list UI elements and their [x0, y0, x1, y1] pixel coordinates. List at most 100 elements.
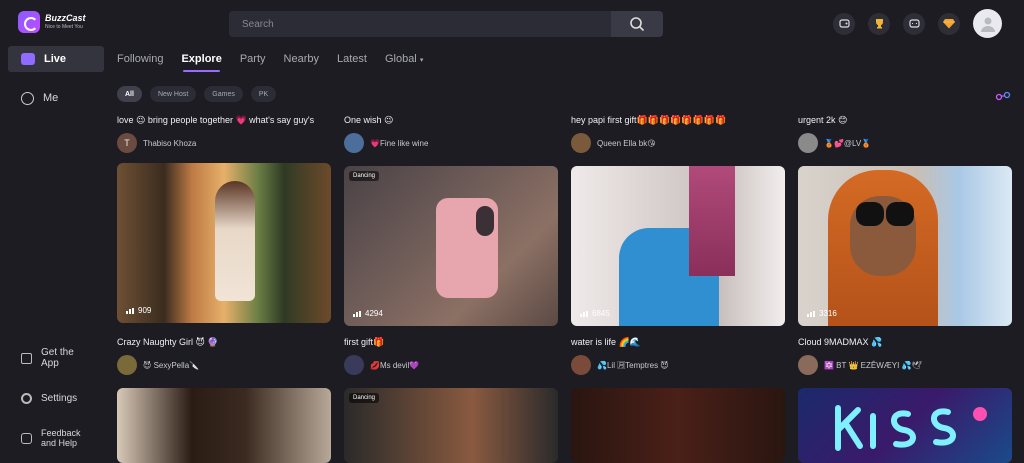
tab-party[interactable]: Party — [240, 53, 266, 71]
stream-thumbnail[interactable]: Dancing 4294 — [344, 166, 558, 326]
streamer-hair — [689, 166, 735, 276]
logo[interactable]: BuzzCast Nice to Meet You — [18, 11, 86, 33]
sidebar-item-get-app[interactable]: Get the App — [8, 344, 104, 372]
host-name: 💋Ms devil💜 — [370, 360, 420, 370]
card-title[interactable]: water is life 🌈🌊 — [571, 337, 786, 348]
card-host[interactable]: 💗Fine like wine — [344, 133, 428, 153]
app-tagline: Nice to Meet You — [45, 24, 83, 30]
host-name: 💦Lil 🈷Temptres 😈 — [597, 360, 669, 370]
tab-global[interactable]: Global ▾ — [385, 53, 423, 71]
top-bar: BuzzCast Nice to Meet You — [0, 0, 1024, 46]
viewer-count: 3316 — [807, 309, 837, 318]
stream-thumbnail[interactable] — [571, 388, 785, 463]
tab-explore[interactable]: Explore — [181, 53, 222, 72]
filter-toggle-icon[interactable] — [995, 91, 1011, 101]
card-title[interactable]: hey papi first gift🎁🎁🎁🎁🎁🎁🎁🎁 — [571, 115, 786, 126]
host-avatar — [344, 133, 364, 153]
host-avatar — [798, 133, 818, 153]
viewer-count-value: 6845 — [592, 309, 610, 318]
stream-thumbnail[interactable]: 909 — [117, 163, 331, 323]
card-host[interactable]: 💋Ms devil💜 — [344, 355, 419, 375]
card-host[interactable]: T Thabiso Khoza — [117, 133, 196, 153]
viewer-count: 6845 — [580, 309, 610, 318]
trophy-icon[interactable] — [868, 12, 890, 35]
feedback-icon — [21, 432, 32, 444]
chip-games[interactable]: Games — [204, 86, 243, 102]
host-name: 🔯 BT 👑 EZÊWÆYI 💦🕊 — [824, 360, 922, 370]
host-name: Queen Ella bk😘 — [597, 138, 656, 148]
sidebar-item-me[interactable]: Me — [8, 85, 104, 111]
sidebar-item-label: Get the App — [41, 346, 74, 370]
sidebar-item-label: Me — [43, 92, 59, 104]
card-title[interactable]: Cloud 9MADMAX 💦 — [798, 337, 1013, 348]
tab-latest[interactable]: Latest — [337, 53, 367, 71]
card-host[interactable]: 🥉💕@LV🥉 — [798, 133, 871, 153]
card-title[interactable]: first gift🎁 — [344, 337, 559, 348]
viewers-icon — [126, 307, 134, 314]
sunglasses-right — [886, 202, 914, 226]
diamond-icon[interactable] — [938, 12, 960, 35]
message-icon[interactable] — [903, 12, 925, 35]
stream-thumbnail[interactable]: 6845 — [571, 166, 785, 326]
sidebar-item-feedback[interactable]: Feedback and Help — [8, 424, 104, 452]
search-button[interactable] — [611, 11, 663, 37]
card-title[interactable]: Crazy Naughty Girl 😈 🔮 — [117, 337, 332, 348]
live-icon — [21, 53, 35, 65]
stream-thumbnail[interactable]: Dancing — [344, 388, 558, 463]
neon-sign-art — [835, 405, 987, 451]
sidebar-item-settings[interactable]: Settings — [8, 385, 104, 411]
card-title[interactable]: One wish 😉 — [344, 115, 559, 126]
sidebar-item-label: Live — [44, 53, 67, 65]
viewers-icon — [580, 310, 588, 317]
search-bar — [229, 11, 663, 37]
card-host[interactable]: 😈 SexyPella🔪 — [117, 355, 199, 375]
viewers-icon — [353, 310, 361, 317]
category-badge: Dancing — [349, 171, 380, 181]
category-badge: Dancing — [349, 393, 380, 403]
app-name: BuzzCast — [45, 13, 86, 23]
host-avatar — [571, 355, 591, 375]
card-host[interactable]: Queen Ella bk😘 — [571, 133, 656, 153]
search-icon — [630, 17, 645, 32]
viewer-count-value: 909 — [138, 306, 152, 315]
host-avatar — [571, 133, 591, 153]
tab-global-label: Global — [384, 53, 417, 65]
viewer-count: 909 — [126, 306, 151, 315]
buzzcast-logo-icon — [18, 11, 40, 33]
viewer-count-value: 4294 — [365, 309, 383, 318]
user-avatar[interactable] — [973, 9, 1002, 38]
chip-pk[interactable]: PK — [250, 86, 277, 102]
profile-icon — [21, 91, 34, 105]
top-right-icons — [833, 9, 1002, 38]
chip-all[interactable]: All — [117, 86, 142, 102]
stream-thumbnail[interactable] — [798, 388, 1012, 463]
host-avatar — [117, 355, 137, 375]
host-avatar: T — [117, 133, 137, 153]
tab-following[interactable]: Following — [117, 53, 163, 71]
host-avatar — [798, 355, 818, 375]
stream-thumbnail[interactable]: 3316 — [798, 166, 1012, 326]
host-name: 💗Fine like wine — [370, 138, 429, 148]
viewer-count-value: 3316 — [819, 309, 837, 318]
host-name: Thabiso Khoza — [143, 138, 197, 148]
stream-thumbnail[interactable] — [117, 388, 331, 463]
card-host[interactable]: 🔯 BT 👑 EZÊWÆYI 💦🕊 — [798, 355, 922, 375]
viewer-count: 4294 — [353, 309, 383, 318]
phone-camera — [476, 206, 494, 236]
sidebar-item-live[interactable]: Live — [8, 46, 104, 72]
buzzcast-app: BuzzCast Nice to Meet You Search Live Me… — [0, 0, 1024, 463]
tab-nearby[interactable]: Nearby — [284, 53, 319, 71]
category-tabs: Following Explore Party Nearby Latest Gl… — [117, 53, 423, 72]
card-title[interactable]: urgent 2k 😊 — [798, 115, 1013, 126]
chevron-down-icon: ▾ — [419, 57, 424, 64]
host-avatar — [344, 355, 364, 375]
card-title[interactable]: love 😉 bring people together 💗 what's sa… — [117, 115, 332, 126]
sidebar-item-label: Settings — [41, 392, 78, 404]
search-input[interactable] — [229, 11, 611, 37]
chip-new-host[interactable]: New Host — [149, 86, 197, 102]
card-host[interactable]: 💦Lil 🈷Temptres 😈 — [571, 355, 669, 375]
sidebar: Live Me Get the App Settings Feedback an… — [0, 46, 112, 463]
game-controller-icon[interactable] — [833, 12, 855, 35]
host-name: 🥉💕@LV🥉 — [824, 138, 872, 148]
filter-chips: All New Host Games PK — [117, 86, 277, 102]
